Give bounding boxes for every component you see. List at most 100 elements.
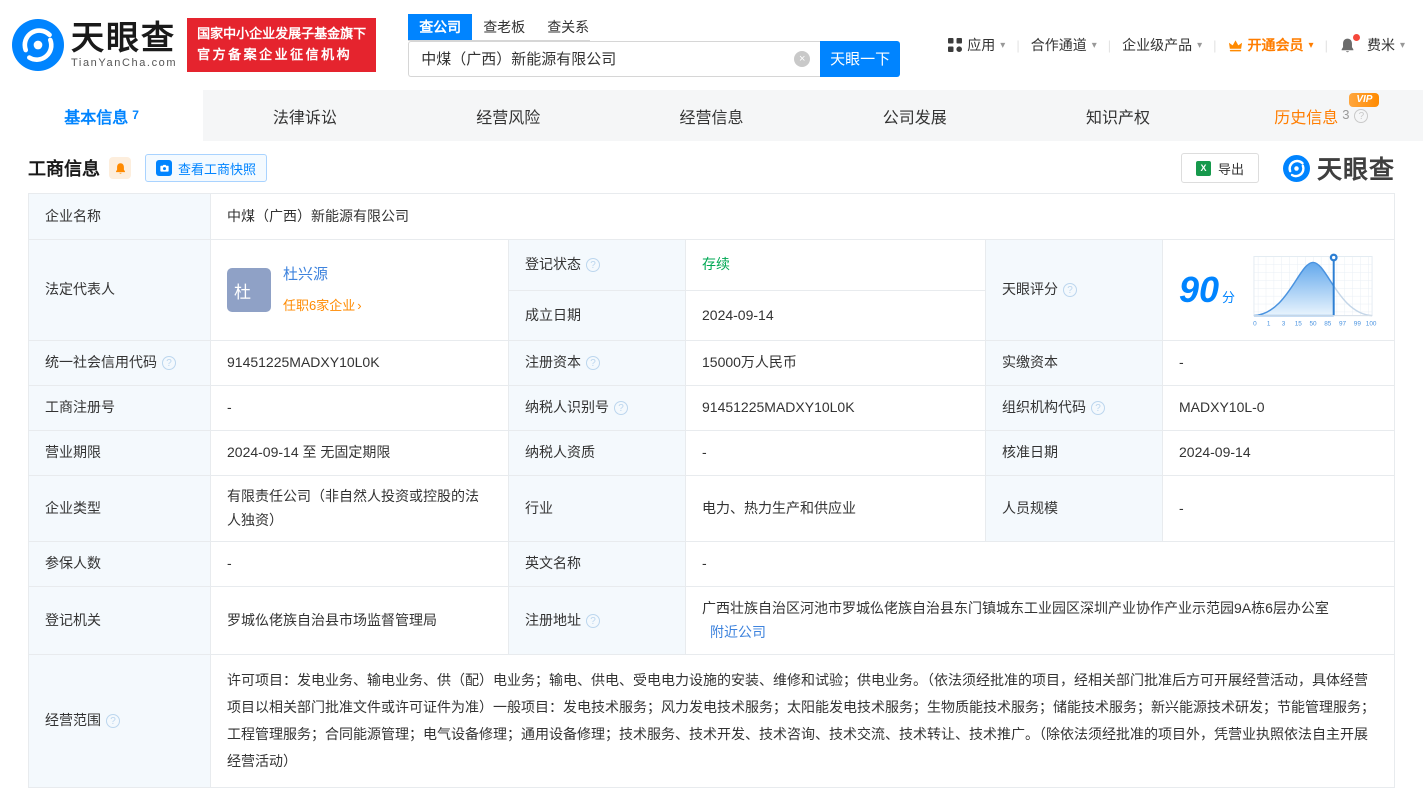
tab-history-info[interactable]: VIP 历史信息 3 [1220,90,1423,141]
svg-text:1: 1 [1267,320,1271,327]
tab-intellectual-property[interactable]: 知识产权 [1016,90,1219,141]
search-tab-company[interactable]: 查公司 [408,13,473,40]
help-icon[interactable] [106,714,120,728]
section-title: 工商信息 [28,159,100,179]
vip-badge: VIP [1349,93,1380,107]
label-score-text: 天眼评分 [1002,281,1058,298]
label-company-name: 企业名称 [28,193,211,240]
legal-rep-positions-link[interactable]: 任职6家企业 [283,295,362,316]
label-score: 天眼评分 [985,239,1163,341]
table-row: 经营范围 许可项目：发电业务、输电业务、供（配）电业务；输电、供电、受电电力设施… [28,654,1395,788]
value-reg-address: 广西壮族自治区河池市罗城仫佬族自治县东门镇城东工业园区深圳产业协作产业示范园9A… [685,586,1395,655]
nav-cooperation-label: 合作通道 [1030,37,1087,53]
label-reg-capital-text: 注册资本 [525,354,581,371]
help-icon[interactable] [586,257,600,272]
nav-apps[interactable]: 应用 [948,35,1005,55]
tab-basic-info-count: 7 [132,107,139,122]
nav-user-label: 费米 [1366,37,1395,53]
nav-user[interactable]: 费米 [1367,35,1405,55]
search-row: 天眼一下 [408,40,901,77]
value-org-code: MADXY10L-0 [1162,385,1395,431]
clear-icon[interactable] [794,50,811,67]
label-credit-code-text: 统一社会信用代码 [45,354,157,371]
legal-rep-avatar[interactable]: 杜 [227,268,271,312]
label-business-term: 营业期限 [28,430,211,476]
top-header: 天眼查 TianYanCha.com 国家中小企业发展子基金旗下 官方备案企业征… [0,0,1423,90]
main-tabs: 基本信息 7 法律诉讼 经营风险 经营信息 公司发展 知识产权 VIP 历史信息… [0,90,1423,141]
gov-badge-line2: 官方备案企业征信机构 [197,47,353,62]
help-icon[interactable] [1091,401,1105,415]
score-value: 90 [1179,269,1220,311]
label-business-scope: 经营范围 [28,654,211,788]
main-content: 工商信息 查看工商快照 导出 [28,145,1395,788]
table-row: 营业期限 2024-09-14 至 无固定期限 纳税人资质 - 核准日期 202… [28,430,1395,476]
logo-subtitle: TianYanCha.com [71,57,178,69]
search-button[interactable]: 天眼一下 [820,40,901,77]
label-english-name: 英文名称 [508,541,686,587]
score-distribution-chart: 0 1 3 15 50 85 97 99 100 [1253,253,1377,327]
score-unit: 分 [1222,290,1236,306]
snapshot-button-label: 查看工商快照 [178,161,257,177]
help-icon[interactable] [614,401,628,415]
label-org-code: 组织机构代码 [985,385,1163,431]
svg-text:85: 85 [1324,320,1332,327]
export-button[interactable]: 导出 [1180,153,1259,183]
legal-rep-name-link[interactable]: 杜兴源 [283,263,362,288]
help-icon[interactable] [1354,108,1369,123]
notification-red-dot [1352,33,1360,41]
tab-company-development[interactable]: 公司发展 [813,90,1016,141]
tab-legal-proceedings[interactable]: 法律诉讼 [203,90,406,141]
value-reg-capital: 15000万人民币 [685,340,986,386]
notification-bell-icon[interactable] [1339,33,1360,54]
label-reg-status: 登记状态 [508,239,686,291]
tab-business-info[interactable]: 经营信息 [610,90,813,141]
svg-text:3: 3 [1282,320,1286,327]
search-tab-boss[interactable]: 查老板 [472,14,536,40]
value-taxpayer-quality: - [685,430,986,476]
watermark-text: 天眼查 [1316,156,1395,184]
table-row: 统一社会信用代码 91451225MADXY10L0K 注册资本 15000万人… [28,340,1395,386]
tab-basic-info-label: 基本信息 [64,109,129,127]
search-tab-relation[interactable]: 查关系 [536,14,600,40]
label-establish-date: 成立日期 [508,289,686,341]
tab-intellectual-property-label: 知识产权 [1086,109,1151,127]
help-icon[interactable] [586,613,600,628]
label-reg-address-text: 注册地址 [525,611,581,628]
svg-text:100: 100 [1366,320,1377,327]
svg-text:50: 50 [1309,320,1317,327]
label-taxpayer-id-text: 纳税人识别号 [525,399,609,416]
value-paid-capital: - [1162,340,1395,386]
nav-cooperation[interactable]: 合作通道 [1031,35,1097,55]
tianyancha-logo-icon [1282,154,1310,182]
label-org-code-text: 组织机构代码 [1002,399,1086,416]
subscribe-bell-icon[interactable] [109,157,131,179]
help-icon[interactable] [586,356,600,370]
nav-open-vip[interactable]: 开通会员 [1228,35,1314,55]
label-industry: 行业 [508,475,686,542]
nearby-companies-link[interactable]: 附近公司 [710,624,766,640]
tab-history-info-count: 3 [1342,107,1350,122]
camera-glyph [159,164,169,172]
nav-apps-label: 应用 [967,37,996,53]
help-icon[interactable] [1063,283,1077,297]
value-industry: 电力、热力生产和供应业 [685,475,986,542]
chevron-down-icon [1309,40,1314,51]
snapshot-button[interactable]: 查看工商快照 [145,154,268,182]
nav-enterprise-label: 企业级产品 [1122,37,1193,53]
search-input[interactable] [408,40,821,77]
nav-enterprise-products[interactable]: 企业级产品 [1122,35,1202,55]
page: 天眼查 TianYanCha.com 国家中小企业发展子基金旗下 官方备案企业征… [0,0,1423,788]
tianyancha-logo[interactable]: 天眼查 TianYanCha.com [12,19,177,71]
table-row: 参保人数 - 英文名称 - [28,541,1395,587]
svg-text:15: 15 [1295,320,1303,327]
nav-divider: | [1016,37,1020,53]
camera-icon [156,160,172,176]
svg-text:0: 0 [1253,320,1257,327]
tab-basic-info[interactable]: 基本信息 7 [0,90,204,141]
tianyancha-watermark: 天眼查 [1282,150,1395,186]
value-score: 90 分 0 1 3 15 50 85 97 99 100 [1162,239,1395,341]
crown-icon [1228,39,1242,51]
tab-business-risk[interactable]: 经营风险 [407,90,610,141]
help-icon[interactable] [162,356,176,370]
table-row: 企业类型 有限责任公司（非自然人投资或控股的法人独资） 行业 电力、热力生产和供… [28,475,1395,542]
